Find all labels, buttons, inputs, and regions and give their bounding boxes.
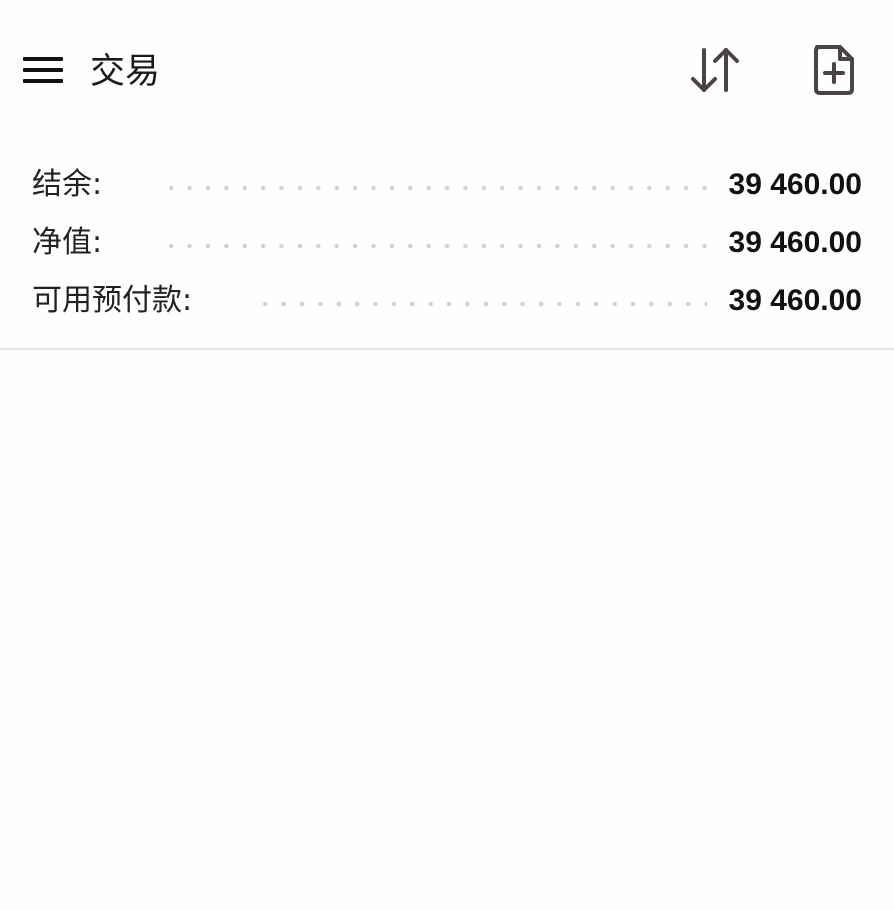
- sort-button[interactable]: [684, 42, 748, 102]
- account-summary: 结余: 39 460.00 净值: 39 460.00 可用预付款: 39 46…: [0, 155, 894, 350]
- free-margin-value: 39 460.00: [728, 284, 862, 317]
- positions-list: [0, 350, 894, 910]
- equity-value: 39 460.00: [728, 226, 862, 259]
- trade-screen: 交易 结余: 39 460.00 净值: 39 460.00 可用预付款: 39…: [0, 0, 894, 910]
- new-order-button[interactable]: [802, 40, 866, 104]
- free-margin-row: 可用预付款: 39 460.00: [32, 281, 862, 321]
- page-title: 交易: [90, 52, 161, 92]
- menu-button[interactable]: [14, 46, 72, 98]
- dotted-leader: [162, 243, 707, 249]
- hamburger-menu-icon: [21, 54, 65, 90]
- dotted-leader: [162, 185, 707, 191]
- app-bar: 交易: [0, 0, 894, 140]
- dotted-leader: [256, 301, 707, 307]
- balance-value: 39 460.00: [728, 168, 862, 201]
- sort-arrows-icon: [688, 44, 744, 100]
- balance-row: 结余: 39 460.00: [32, 165, 862, 205]
- equity-label: 净值:: [32, 225, 103, 260]
- equity-row: 净值: 39 460.00: [32, 223, 862, 263]
- balance-label: 结余:: [32, 167, 103, 202]
- file-plus-icon: [811, 43, 857, 101]
- free-margin-label: 可用预付款:: [32, 283, 193, 318]
